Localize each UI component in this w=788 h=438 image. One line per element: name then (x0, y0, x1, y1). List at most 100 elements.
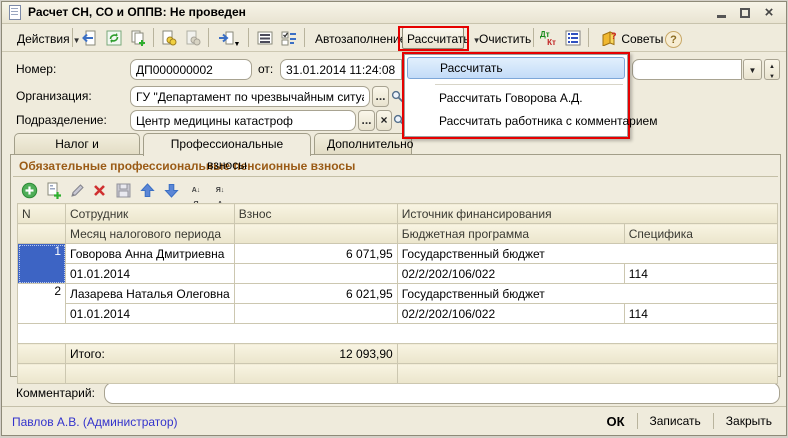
cell-row2-contribution-sub[interactable] (234, 304, 397, 324)
cell-row1-source[interactable]: Государственный бюджет (397, 244, 777, 264)
period-combo-input[interactable] (632, 59, 742, 80)
total-value: 12 093,90 (234, 344, 397, 364)
cell-row1-contribution[interactable]: 6 071,95 (234, 244, 397, 264)
row-move-up-button[interactable] (137, 181, 157, 200)
toolbar-separator (533, 28, 534, 47)
cell-row2-program[interactable]: 02/2/202/106/022 (397, 304, 624, 324)
row-edit-button[interactable] (67, 181, 87, 200)
cell-row2-contribution[interactable]: 6 021,95 (234, 284, 397, 304)
post-document-button[interactable] (158, 28, 180, 49)
help-button[interactable]: ? (662, 27, 685, 49)
go-to-button[interactable]: ▼ (214, 28, 244, 49)
department-select-button[interactable]: ... (358, 110, 375, 131)
sort-descending-button[interactable]: Я↓А (211, 181, 229, 200)
arrow-up-icon (139, 182, 156, 199)
refresh-button[interactable] (103, 28, 125, 49)
total-n-cell (18, 344, 66, 364)
cell-row1-contribution-sub[interactable] (234, 264, 397, 284)
tips-book-icon: ? (601, 30, 618, 46)
cell-row2-source[interactable]: Государственный бюджет (397, 284, 777, 304)
report-button[interactable] (562, 28, 584, 49)
total-empty-cell (18, 364, 66, 384)
sort-ascending-button[interactable]: А↓Я (187, 181, 205, 200)
row-delete-button[interactable] (89, 181, 109, 200)
dt-kt-postings-button[interactable]: Дт Кт (538, 28, 560, 49)
post-doc-coins-icon (161, 30, 177, 46)
organization-input[interactable] (130, 86, 370, 107)
date-input[interactable] (280, 59, 402, 80)
actions-button[interactable]: Действия▼ (10, 27, 88, 49)
add-icon (21, 182, 38, 199)
window-title: Расчет СН, СО и ОППВ: Не проведен (28, 5, 246, 19)
unpost-document-button[interactable] (182, 28, 204, 49)
spinner-down-icon[interactable]: ▼ (765, 72, 779, 82)
toolbar-separator (153, 28, 154, 47)
maximize-button[interactable] (736, 4, 754, 21)
menu-item-calculate[interactable]: Рассчитать (407, 57, 625, 79)
reread-document-button[interactable] (77, 28, 99, 49)
tips-button[interactable]: ? Советы (594, 27, 670, 49)
help-icon: ? (665, 31, 682, 48)
cell-row1-n[interactable]: 1 (18, 244, 66, 284)
cell-row2-employee[interactable]: Лазарева Наталья Олеговна (66, 284, 235, 304)
status-bar: Павлов А.В. (Администратор) ОК Записать … (2, 406, 786, 435)
pencil-icon (69, 182, 86, 199)
main-toolbar: Действия▼ ▼ Автозаполнение▼ Ра (2, 24, 786, 52)
period-spinner[interactable]: ▲▼ (764, 59, 780, 80)
total-label: Итого: (66, 344, 235, 364)
header-contribution-sub[interactable] (234, 224, 397, 244)
section-title: Обязательные профессиональные пенсионные… (19, 159, 355, 173)
list-structure-button[interactable] (254, 28, 276, 49)
cell-row2-n[interactable]: 2 (18, 284, 66, 324)
end-edit-button[interactable] (113, 181, 133, 200)
number-input[interactable] (130, 59, 252, 80)
cell-row2-specifics[interactable]: 114 (624, 304, 777, 324)
cell-row1-employee[interactable]: Говорова Анна Дмитриевна (66, 244, 235, 264)
save-button[interactable]: Записать (646, 414, 705, 428)
menu-item-calculate-with-comment[interactable]: Рассчитать работника с комментарием (407, 110, 625, 132)
total-empty-cell (397, 364, 777, 384)
table-row: 2 Лазарева Наталья Олеговна 6 021,95 Гос… (18, 284, 778, 304)
row-add-button[interactable] (19, 181, 39, 200)
table-header-row: N Сотрудник Взнос Источник финансировани… (18, 204, 778, 224)
header-tax-month[interactable]: Месяц налогового периода (66, 224, 235, 244)
comment-input[interactable] (104, 382, 780, 404)
tab-tax-and-deduction[interactable]: Налог и отчисление (14, 133, 140, 155)
empty-space (18, 324, 778, 344)
copy-button[interactable] (127, 28, 149, 49)
ok-button[interactable]: ОК (602, 414, 628, 429)
row-copy-button[interactable] (43, 181, 63, 200)
organization-select-button[interactable]: ... (372, 86, 389, 107)
minimize-button[interactable] (712, 4, 730, 21)
spinner-up-icon[interactable]: ▲ (765, 60, 779, 72)
calculate-button[interactable]: Рассчитать▼ (402, 27, 464, 49)
table-filler-row (18, 324, 778, 344)
report-icon (565, 30, 581, 46)
period-combo-drop-button[interactable]: ▼ (743, 59, 762, 80)
header-n[interactable]: N (18, 204, 66, 224)
tab-professional-contributions[interactable]: Профессиональные взносы (143, 133, 311, 156)
header-budget-program[interactable]: Бюджетная программа (397, 224, 624, 244)
header-specifics[interactable]: Специфика (624, 224, 777, 244)
calculate-dropdown-menu: Рассчитать Рассчитать Говорова А.Д. Расс… (402, 52, 630, 139)
cell-row1-specifics[interactable]: 114 (624, 264, 777, 284)
cell-row1-month[interactable]: 01.01.2014 (66, 264, 235, 284)
clear-button[interactable]: Очистить (472, 27, 538, 49)
header-funding-source[interactable]: Источник финансирования (397, 204, 777, 224)
header-n-sub[interactable] (18, 224, 66, 244)
cell-row2-month[interactable]: 01.01.2014 (66, 304, 235, 324)
header-contribution[interactable]: Взнос (234, 204, 397, 224)
header-employee[interactable]: Сотрудник (66, 204, 235, 224)
comment-label: Комментарий: (16, 383, 95, 403)
department-input[interactable] (130, 110, 356, 131)
list-settings-button[interactable] (278, 28, 300, 49)
close-form-button[interactable]: Закрыть (722, 414, 776, 428)
menu-item-calculate-govorova[interactable]: Рассчитать Говорова А.Д. (407, 87, 625, 109)
tab-additional[interactable]: Дополнительно (314, 133, 412, 155)
cell-row1-program[interactable]: 02/2/202/106/022 (397, 264, 624, 284)
contributions-table: N Сотрудник Взнос Источник финансировани… (17, 203, 778, 384)
total-empty-cell (66, 364, 235, 384)
department-clear-button[interactable]: × (376, 110, 392, 131)
row-move-down-button[interactable] (161, 181, 181, 200)
close-button[interactable]: × (760, 4, 778, 21)
